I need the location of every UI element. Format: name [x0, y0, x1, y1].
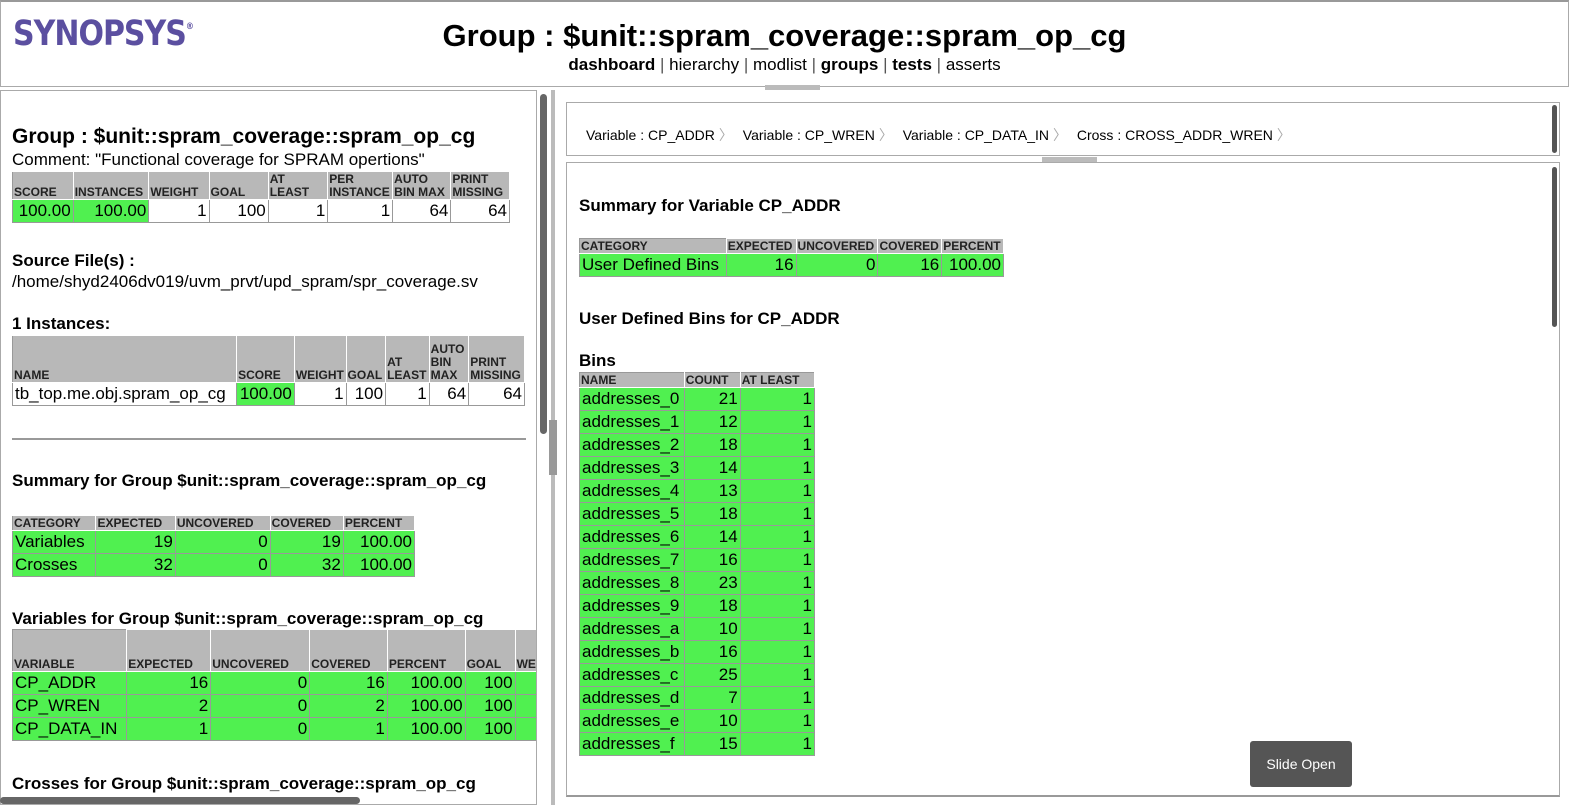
source-label: Source File(s) : [12, 251, 135, 270]
chevron-right-icon: 〉 [718, 127, 733, 143]
group-summary-table: CATEGORY EXPECTED UNCOVERED COVERED PERC… [11, 515, 416, 577]
crumb-cp-wren[interactable]: Variable : CP_WREN [743, 127, 875, 143]
scrollbar-thumb[interactable] [540, 94, 547, 434]
header: SYNOPSYS® Group : $unit::spram_coverage:… [0, 0, 1569, 87]
bin-row: addresses_6 14 1 [579, 525, 816, 549]
bin-row: addresses_3 14 1 [579, 456, 816, 480]
bin-row: addresses_9 18 1 [579, 594, 816, 618]
table-row: Crosses 32 0 32 100.00 [11, 553, 416, 577]
bin-row: addresses_d 7 1 [579, 686, 816, 710]
instances-label: 1 Instances: [12, 314, 111, 333]
variable-summary-title: Summary for Variable CP_ADDR [579, 196, 841, 215]
bins-table: NAME COUNT AT LEAST addresses_0 21 1 addres… [579, 372, 816, 756]
top-nav: dashboard | hierarchy | modlist | groups… [568, 55, 1001, 74]
bin-row: addresses_c 25 1 [579, 663, 816, 687]
bin-row: addresses_2 18 1 [579, 433, 816, 457]
bin-row: addresses_f 15 1 [579, 732, 816, 756]
nav-tests[interactable]: tests [892, 55, 932, 74]
bin-row: addresses_b 16 1 [579, 640, 816, 664]
group-title: Group : $unit::spram_coverage::spram_op_… [12, 125, 476, 148]
bins-label: Bins [579, 351, 616, 370]
source-path: /home/shyd2406dv019/uvm_prvt/upd_spram/s… [12, 272, 478, 291]
detail-scrollbar[interactable] [1552, 167, 1557, 327]
variables-table: VARIABLE EXPECTED UNCOVERED COVERED PERC… [11, 629, 536, 741]
variables-title: Variables for Group $unit::spram_coverag… [12, 609, 484, 628]
instances-table: NAME SCORE WEIGHT GOAL AT LEAST AUTO BIN… [11, 335, 525, 406]
table-row[interactable]: CP_DATA_IN 1 0 1 100.00 100 [11, 717, 536, 741]
table-row: User Defined Bins 16 0 16 100.00 [579, 253, 1004, 277]
chevron-right-icon: 〉 [878, 127, 893, 143]
instance-row[interactable]: tb_top.me.obj.spram_op_cg 100.00 1 100 1… [11, 382, 525, 406]
nav-modlist[interactable]: modlist [753, 55, 807, 74]
crumb-cross-addr-wren[interactable]: Cross : CROSS_ADDR_WREN [1077, 127, 1273, 143]
bin-row: addresses_4 13 1 [579, 479, 816, 503]
table-row[interactable]: CP_ADDR 16 0 16 100.00 100 [11, 671, 536, 695]
table-row: Variables 19 0 19 100.00 [11, 530, 416, 554]
breadcrumb: Variable : CP_ADDR 〉 Variable : CP_WREN 〉 … [566, 102, 1560, 156]
left-pane: Group : $unit::spram_coverage::spram_op_… [0, 90, 537, 805]
bin-row: addresses_5 18 1 [579, 502, 816, 526]
divider [12, 438, 526, 440]
bin-row: addresses_0 21 1 [579, 387, 816, 411]
bin-row: addresses_8 23 1 [579, 571, 816, 595]
variable-summary-table: CATEGORY EXPECTED UNCOVERED COVERED PERC… [579, 238, 1004, 277]
nav-asserts[interactable]: asserts [946, 55, 1001, 74]
breadcrumb-scrollbar[interactable] [1552, 105, 1557, 153]
group-comment: Comment: "Functional coverage for SPRAM … [12, 150, 425, 169]
chevron-right-icon: 〉 [1276, 127, 1291, 143]
table-row[interactable]: CP_WREN 2 0 2 100.00 100 [11, 694, 536, 718]
chevron-right-icon: 〉 [1052, 127, 1067, 143]
crumb-cp-data-in[interactable]: Variable : CP_DATA_IN [903, 127, 1049, 143]
bin-row: addresses_7 16 1 [579, 548, 816, 572]
nav-dashboard[interactable]: dashboard [568, 55, 655, 74]
bin-row: addresses_a 10 1 [579, 617, 816, 641]
pane-splitter[interactable] [549, 90, 557, 805]
bin-row: addresses_e 10 1 [579, 709, 816, 733]
slide-open-button[interactable]: Slide Open [1250, 741, 1352, 787]
detail-panel: Summary for Variable CP_ADDR CATEGORY EX… [566, 162, 1560, 797]
nav-hierarchy[interactable]: hierarchy [669, 55, 739, 74]
nav-groups[interactable]: groups [821, 55, 879, 74]
right-pane: Variable : CP_ADDR 〉 Variable : CP_WREN 〉 … [556, 90, 1569, 805]
page-title: Group : $unit::spram_coverage::spram_op_… [442, 18, 1127, 53]
summary-title: Summary for Group $unit::spram_coverage:… [12, 471, 487, 490]
user-defined-bins-title: User Defined Bins for CP_ADDR [579, 309, 840, 328]
crosses-title: Crosses for Group $unit::spram_coverage:… [12, 774, 476, 793]
score-table: SCORE INSTANCES WEIGHT GOAL AT LEAST PER… [12, 171, 510, 223]
crumb-cp-addr[interactable]: Variable : CP_ADDR [586, 127, 715, 143]
left-horizontal-scrollbar[interactable] [0, 797, 360, 804]
score-row: 100.00 100.00 1 100 1 1 64 64 [12, 199, 510, 223]
bin-row: addresses_1 12 1 [579, 410, 816, 434]
